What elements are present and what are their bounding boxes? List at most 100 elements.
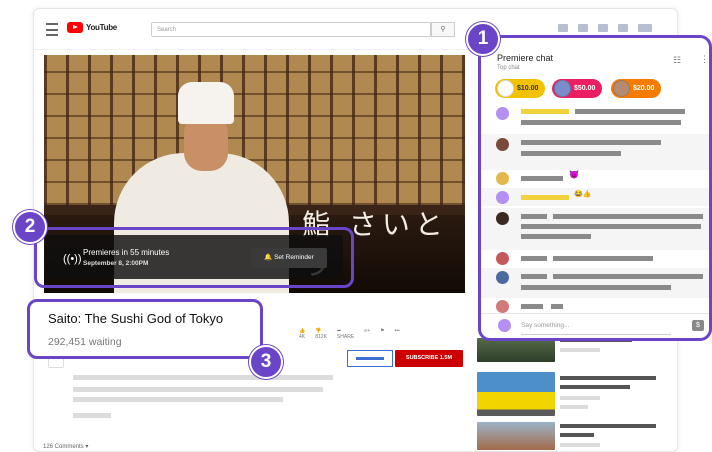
chat-message: 😈 [481, 170, 709, 190]
chat-author [521, 274, 547, 279]
youtube-play-icon [67, 22, 83, 33]
like-button[interactable]: 👍 4K [299, 328, 305, 340]
chat-message: 😂👍 [481, 188, 709, 206]
superchat-ticker[interactable]: $10.00 [495, 79, 546, 98]
set-reminder-label: Set Reminder [274, 254, 314, 261]
sidebar-video-thumbnail[interactable] [477, 372, 555, 416]
premiere-date: September 8, 2:00PM [83, 260, 149, 267]
apps-icon[interactable] [578, 24, 588, 32]
sidebar-video-thumbnail[interactable] [477, 422, 555, 450]
chat-author [521, 256, 547, 261]
notifications-icon[interactable] [618, 24, 628, 32]
chat-text [521, 285, 671, 290]
video-title-callout [27, 299, 263, 359]
chat-text [521, 151, 621, 156]
chat-settings-icon[interactable]: ☷ [673, 55, 681, 66]
sidebar-video-meta [560, 443, 600, 447]
set-reminder-button[interactable]: 🔔 Set Reminder [251, 248, 327, 268]
chat-text [553, 256, 653, 261]
chat-input-divider [481, 313, 709, 314]
search-input[interactable]: Search [151, 22, 431, 37]
superchat-avatar [613, 80, 630, 97]
chat-text [575, 109, 685, 114]
chat-author [521, 195, 569, 200]
chat-message [481, 134, 709, 170]
share-label: SHARE [336, 334, 355, 340]
dislike-button[interactable]: 👎 812K [315, 328, 327, 340]
messages-icon[interactable] [598, 24, 608, 32]
subscribe-button[interactable]: SUBSCRIBE 1.5M [395, 350, 463, 367]
flag-icon[interactable]: ⚑ [380, 328, 384, 340]
live-broadcast-icon: ((•)) [63, 253, 82, 265]
chat-emoji: 😂👍 [574, 191, 592, 198]
chat-input-underline [521, 334, 671, 335]
user-avatar [496, 271, 509, 284]
join-button[interactable] [347, 350, 393, 367]
description-line [73, 387, 323, 392]
callout-number-1: 1 [466, 22, 500, 56]
superchat-amount: $10.00 [517, 85, 539, 92]
sidebar-video-thumbnail[interactable] [477, 338, 555, 362]
logo-text: YouTube [86, 23, 117, 32]
comments-count[interactable]: 126 Comments ▾ [43, 443, 88, 450]
share-button[interactable]: ➦ SHARE [337, 328, 354, 340]
callout-number-3: 3 [249, 345, 283, 379]
like-count: 4K [299, 334, 306, 340]
user-avatar [496, 191, 509, 204]
description-line [73, 397, 283, 402]
chat-title: Premiere chat [497, 53, 554, 63]
account-avatar-icon[interactable] [638, 24, 652, 32]
sidebar-video-title [560, 376, 656, 380]
video-title: Saito: The Sushi God of Tokyo [48, 311, 224, 326]
chat-text [521, 176, 563, 181]
search-button[interactable]: ⚲ [431, 22, 455, 37]
add-to-playlist-icon[interactable]: ≡+ [364, 328, 370, 340]
chat-text [521, 120, 681, 125]
chat-message [481, 299, 709, 313]
chat-more-icon[interactable]: ⋮ [700, 54, 709, 65]
description-line [73, 375, 333, 380]
comments-label: 126 Comments [43, 444, 84, 450]
sidebar-video-title [560, 433, 594, 437]
chat-text [553, 274, 703, 279]
chat-author [521, 214, 547, 219]
video-actions: 👍 4K 👎 812K ➦ SHARE ≡+ ⚑ ••• [299, 328, 400, 340]
header-icons [558, 24, 652, 32]
sidebar-video-meta [560, 348, 600, 352]
chat-message [481, 268, 709, 298]
sidebar-video-meta [560, 396, 600, 400]
premiere-banner: ((•)) Premieres in 55 minutes September … [45, 235, 343, 279]
description-line [73, 413, 111, 418]
chat-author [521, 109, 569, 114]
chat-text [551, 304, 563, 309]
sidebar-video-title [560, 424, 656, 428]
premiere-countdown: Premieres in 55 minutes [83, 248, 170, 257]
user-avatar [496, 107, 509, 120]
user-avatar [496, 300, 509, 313]
sidebar-video-title [560, 385, 630, 389]
user-avatar [496, 138, 509, 151]
chef-hat [178, 82, 234, 124]
user-avatar [496, 212, 509, 225]
superchat-amount: $20.00 [633, 85, 655, 92]
chat-message [481, 250, 709, 266]
superchat-ticker[interactable]: $50.00 [552, 79, 603, 98]
chat-filter[interactable]: Top chat [497, 65, 520, 71]
currency-icon[interactable]: $ [692, 320, 704, 331]
chat-message [481, 208, 709, 250]
chat-message [481, 103, 709, 137]
chat-text [521, 234, 591, 239]
subscriber-count: 1.5M [439, 355, 453, 361]
chat-input[interactable]: Say something... [521, 322, 569, 329]
upload-icon[interactable] [558, 24, 568, 32]
youtube-logo[interactable]: YouTube [67, 22, 117, 33]
waiting-count: 292,451 waiting [48, 336, 122, 348]
my-avatar [498, 319, 511, 332]
hamburger-menu-icon[interactable] [46, 23, 58, 36]
chat-text [521, 140, 661, 145]
callout-number-2: 2 [13, 210, 47, 244]
chat-text [553, 214, 703, 219]
superchat-ticker[interactable]: $20.00 [611, 79, 662, 98]
subscribe-label: SUBSCRIBE [405, 355, 439, 361]
more-icon[interactable]: ••• [394, 328, 399, 340]
